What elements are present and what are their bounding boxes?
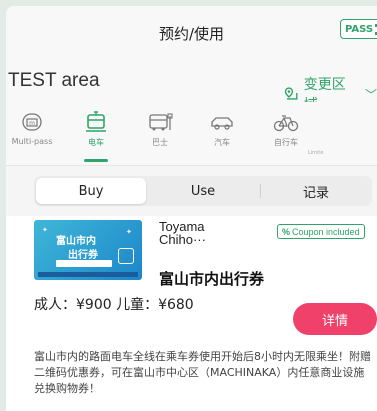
app-frame: 预约/使用 PASS TEST area 变更区域 ﹀ m Multi-pas (6, 6, 377, 411)
ticket-name: 富山市内出行券 (159, 270, 265, 288)
segment-divider (260, 184, 261, 198)
tab-label: 自行车 (274, 138, 298, 147)
svg-text:m: m (29, 120, 35, 127)
ticket-description: 富山市内的路面电车全线在乘车券使用开始后8小时内无限乘坐！附赠二维码优惠券，可在… (34, 350, 371, 395)
page-title: 预约/使用 (158, 25, 225, 43)
tab-buy[interactable]: Buy (36, 178, 146, 204)
tab-car[interactable]: 汽车 (192, 110, 252, 160)
coupon-badge: % Coupon included (277, 224, 365, 239)
percent-icon: % (282, 226, 291, 237)
tram-icon (118, 248, 134, 264)
active-tab-indicator (84, 159, 108, 162)
thumbnail-title: 富山市内 (56, 236, 96, 247)
coupon-badge-label: Coupon included (292, 226, 360, 237)
detail-button[interactable]: 详情 (293, 303, 377, 335)
chevron-down-icon: ﹀ (364, 87, 377, 102)
tab-label: 巴士 (152, 138, 168, 147)
tram-icon (86, 111, 106, 132)
ticket-name-english: Toyama Chiho··· (159, 219, 206, 247)
map-pin-icon (284, 87, 298, 100)
ticket-price: 成人：¥900 儿童：¥680 (34, 297, 194, 313)
tab-multi-pass[interactable]: m Multi-pass (6, 110, 62, 160)
ticket-thumbnail: ✦ ✦ 富山市内 出行券 (34, 220, 142, 280)
thumbnail-footer-strip (38, 272, 138, 277)
ticket-icon: m (22, 113, 42, 131)
limited-label: Limite (308, 150, 324, 156)
bus-icon (149, 113, 173, 131)
tab-bus[interactable]: 巴士 (130, 110, 190, 160)
car-icon (211, 117, 233, 130)
pass-button[interactable]: PASS (340, 19, 377, 39)
segmented-control: Buy Use 记录 (34, 176, 372, 206)
segment-area: Buy Use 记录 (6, 166, 377, 216)
tab-use[interactable]: Use (148, 178, 258, 204)
tab-label: Multi-pass (11, 137, 53, 146)
tab-label: 电车 (88, 138, 104, 147)
tab-tram[interactable]: 电车 (66, 110, 126, 162)
sparkle-icon: ✦ (42, 226, 48, 234)
pass-label: PASS (345, 23, 374, 35)
area-bar: TEST area 变更区域 ﹀ (6, 62, 377, 113)
tab-label: 汽车 (214, 138, 230, 147)
header: 预约/使用 PASS (6, 6, 377, 62)
sparkle-icon: ✦ (126, 228, 132, 236)
bicycle-icon (273, 115, 299, 132)
area-name: TEST area (8, 70, 100, 91)
thumbnail-subtitle: 出行券 (68, 250, 98, 261)
tab-history[interactable]: 记录 (262, 178, 370, 204)
transport-mode-tabs: m Multi-pass 电车 巴士 汽车 自行车 Limite (6, 102, 377, 166)
tab-bicycle[interactable]: 自行车 Limite (256, 110, 323, 160)
thumbnail-banner (56, 260, 112, 267)
ticket-card[interactable]: ✦ ✦ 富山市内 出行券 Toyama Chiho··· % Coupon in… (6, 216, 377, 411)
